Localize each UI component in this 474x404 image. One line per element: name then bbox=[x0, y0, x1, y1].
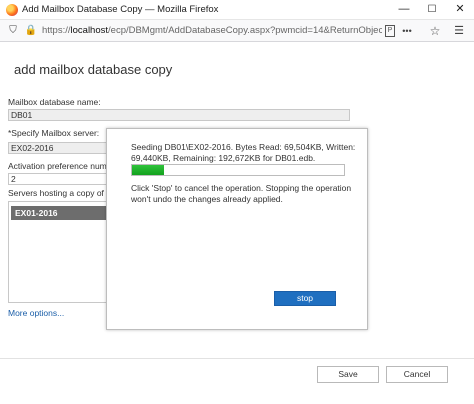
pref-field[interactable]: 2 bbox=[8, 173, 108, 185]
servers-list[interactable]: EX01-2016 bbox=[8, 201, 108, 303]
seeding-progress-dialog: Seeding DB01\EX02-2016. Bytes Read: 69,5… bbox=[106, 128, 368, 330]
progress-bar bbox=[131, 164, 345, 176]
url-text[interactable]: https://localhost/ecp/DBMgmt/AddDatabase… bbox=[42, 25, 382, 36]
menu-icon[interactable]: ☰ bbox=[452, 24, 466, 38]
lock-icon[interactable]: 🔒 bbox=[24, 24, 38, 38]
server-field[interactable]: EX02-2016 bbox=[8, 142, 108, 154]
reader-view-icon[interactable]: P bbox=[385, 25, 395, 37]
window-title-bar: Add Mailbox Database Copy — Mozilla Fire… bbox=[0, 0, 474, 20]
db-name-field: DB01 bbox=[8, 109, 350, 121]
stop-button[interactable]: stop bbox=[274, 291, 336, 306]
footer-divider bbox=[0, 358, 474, 359]
url-prefix: https:// bbox=[42, 25, 71, 36]
progress-bar-fill bbox=[132, 165, 164, 175]
close-window-button[interactable]: ✕ bbox=[446, 0, 474, 20]
page-actions-icon[interactable]: ••• bbox=[400, 24, 414, 38]
url-path: /ecp/DBMgmt/AddDatabaseCopy.aspx?pwmcid=… bbox=[108, 25, 382, 36]
save-button[interactable]: Save bbox=[317, 366, 379, 383]
db-name-label: Mailbox database name: bbox=[8, 97, 101, 107]
url-host: localhost bbox=[70, 25, 109, 36]
firefox-logo-icon bbox=[6, 4, 18, 16]
servers-label: Servers hosting a copy of thi bbox=[8, 188, 106, 198]
maximize-button[interactable]: ☐ bbox=[418, 0, 446, 20]
seeding-status-text: Seeding DB01\EX02-2016. Bytes Read: 69,5… bbox=[131, 142, 356, 163]
shield-icon[interactable]: ⛉ bbox=[6, 24, 20, 38]
cancel-button[interactable]: Cancel bbox=[386, 366, 448, 383]
bookmark-star-icon[interactable]: ☆ bbox=[428, 24, 442, 38]
window-title: Add Mailbox Database Copy — Mozilla Fire… bbox=[22, 4, 219, 15]
address-bar[interactable]: ⛉ 🔒 https://localhost/ecp/DBMgmt/AddData… bbox=[0, 20, 474, 42]
server-label: *Specify Mailbox server: bbox=[8, 128, 100, 138]
minimize-button[interactable]: — bbox=[390, 0, 418, 20]
page-title: add mailbox database copy bbox=[14, 62, 173, 77]
pref-label: Activation preference number bbox=[8, 161, 106, 171]
more-options-link[interactable]: More options... bbox=[8, 308, 64, 318]
list-item[interactable]: EX01-2016 bbox=[11, 206, 107, 220]
stop-note-text: Click 'Stop' to cancel the operation. St… bbox=[131, 183, 352, 204]
